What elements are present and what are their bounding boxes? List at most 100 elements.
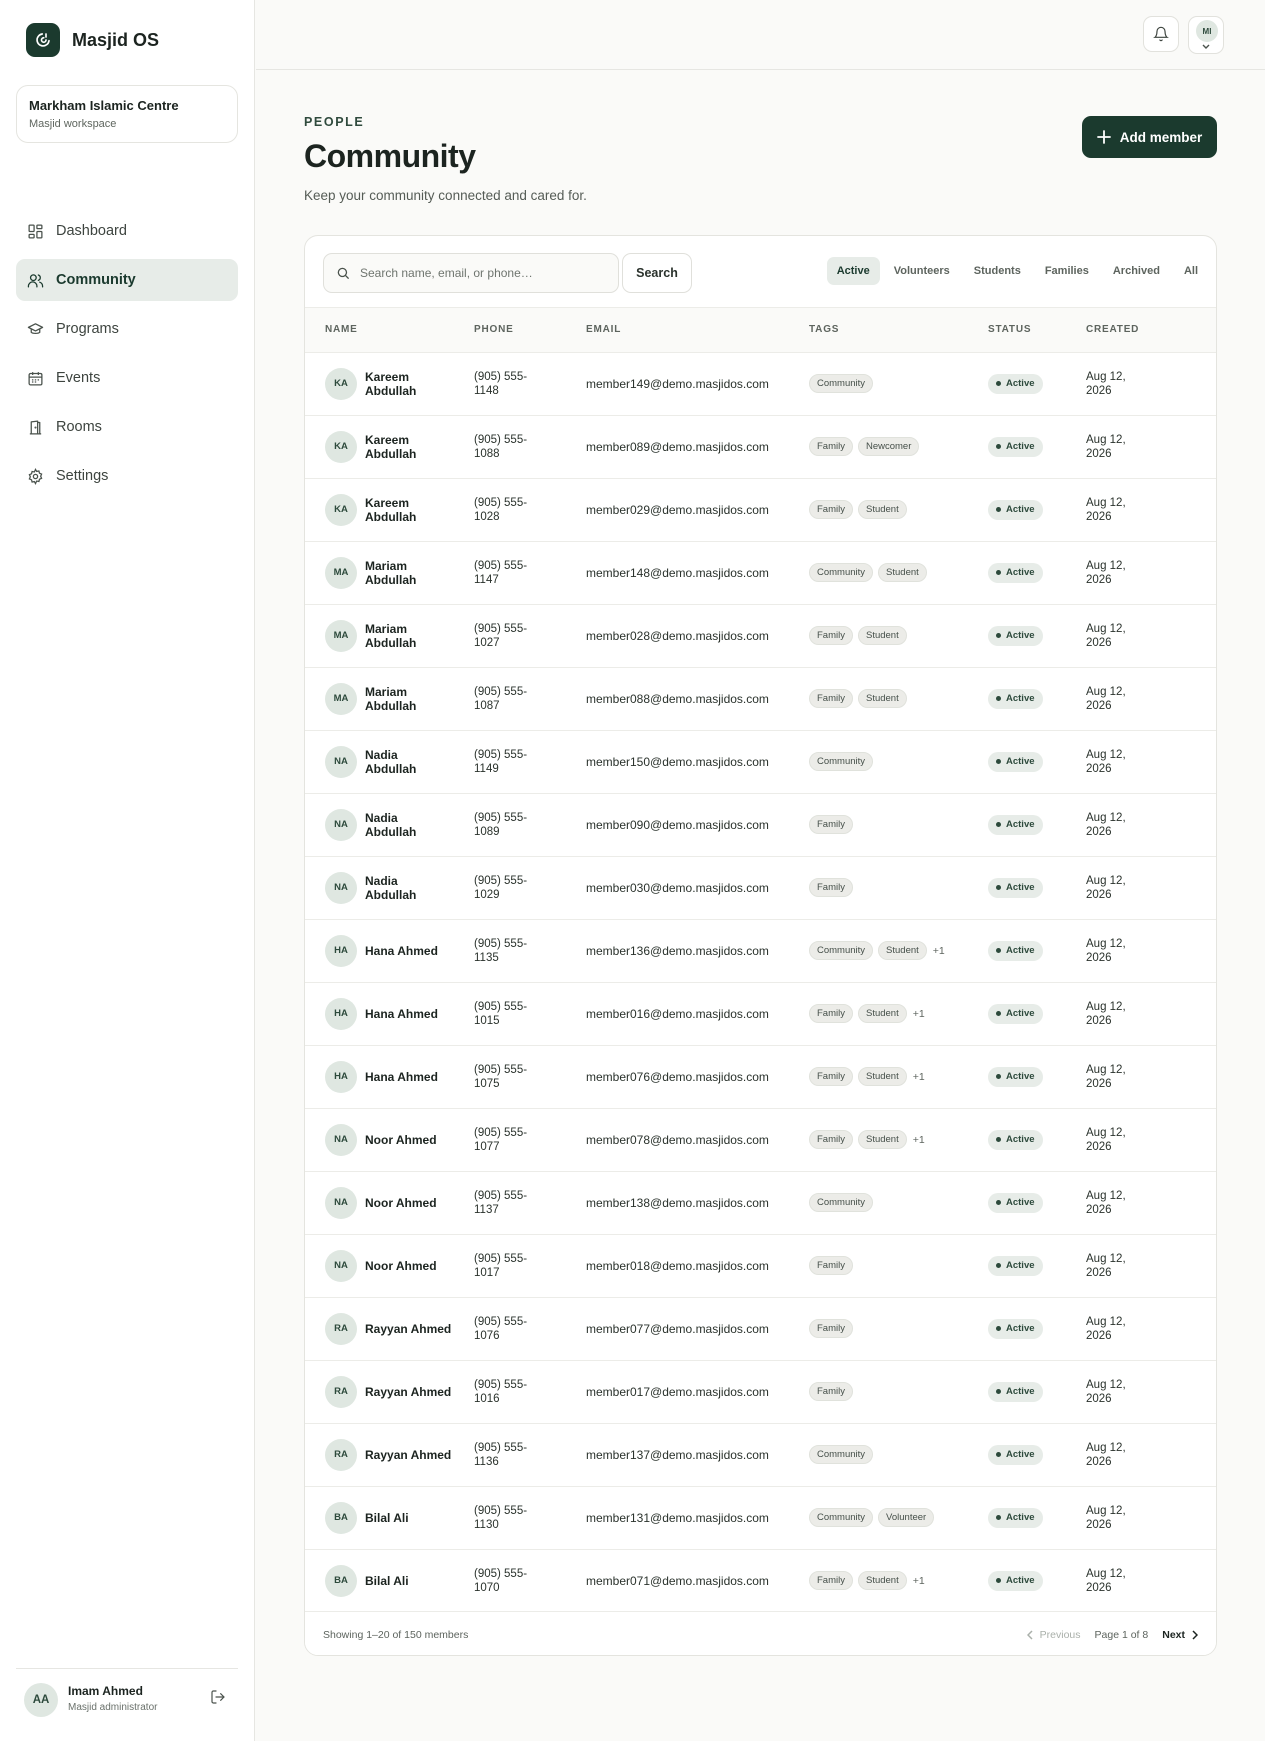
filter-volunteers[interactable]: Volunteers — [884, 257, 960, 285]
more-tags-count: +1 — [912, 1574, 925, 1587]
status-label: Active — [1006, 819, 1035, 830]
table-row[interactable]: NA Noor Ahmed (905) 555-1017 member018@d… — [305, 1234, 1216, 1297]
member-name[interactable]: Nadia Abdullah — [365, 874, 427, 902]
member-phone: (905) 555-1089 — [474, 811, 528, 838]
sidebar-item-label: Dashboard — [56, 223, 127, 239]
filter-students[interactable]: Students — [964, 257, 1031, 285]
member-phone: (905) 555-1029 — [474, 874, 528, 901]
column-header-tags[interactable]: TAGS — [809, 308, 988, 353]
table-row[interactable]: RA Rayyan Ahmed (905) 555-1016 member017… — [305, 1360, 1216, 1423]
member-name[interactable]: Noor Ahmed — [365, 1196, 465, 1210]
member-name[interactable]: Mariam Abdullah — [365, 559, 427, 587]
table-row[interactable]: NA Nadia Abdullah (905) 555-1029 member0… — [305, 856, 1216, 919]
member-name[interactable]: Hana Ahmed — [365, 944, 465, 958]
table-row[interactable]: KA Kareem Abdullah (905) 555-1148 member… — [305, 352, 1216, 415]
cell-phone: (905) 555-1087 — [474, 667, 586, 730]
tag-badge: Community — [809, 1193, 874, 1212]
table-row[interactable]: RA Rayyan Ahmed (905) 555-1136 member137… — [305, 1423, 1216, 1486]
table-row[interactable]: MA Mariam Abdullah (905) 555-1147 member… — [305, 541, 1216, 604]
table-row[interactable]: BA Bilal Ali (905) 555-1070 member071@de… — [305, 1549, 1216, 1612]
members-table: NAME PHONE EMAIL TAGS STATUS CREATED KA … — [305, 308, 1216, 1613]
search-input[interactable] — [360, 266, 600, 280]
status-dot-icon — [996, 1326, 1001, 1331]
member-phone: (905) 555-1077 — [474, 1126, 528, 1153]
status-label: Active — [1006, 1512, 1035, 1523]
column-header-email[interactable]: EMAIL — [586, 308, 809, 353]
filter-all[interactable]: All — [1174, 257, 1208, 285]
logout-icon[interactable] — [210, 1689, 226, 1705]
previous-page-button[interactable]: Previous — [1026, 1629, 1081, 1641]
sidebar-item-rooms[interactable]: Rooms — [16, 406, 238, 448]
results-count: Showing 1–20 of 150 members — [323, 1629, 469, 1641]
sidebar-item-events[interactable]: Events — [16, 357, 238, 399]
status-dot-icon — [996, 1578, 1001, 1583]
table-row[interactable]: NA Noor Ahmed (905) 555-1137 member138@d… — [305, 1171, 1216, 1234]
member-name[interactable]: Rayyan Ahmed — [365, 1322, 465, 1336]
member-name[interactable]: Rayyan Ahmed — [365, 1385, 465, 1399]
sidebar-item-community[interactable]: Community — [16, 259, 238, 301]
tag-badge: Family — [809, 1256, 853, 1275]
column-header-name[interactable]: NAME — [305, 308, 474, 353]
member-name[interactable]: Nadia Abdullah — [365, 811, 427, 839]
member-name[interactable]: Rayyan Ahmed — [365, 1448, 465, 1462]
member-name[interactable]: Noor Ahmed — [365, 1133, 465, 1147]
table-footer: Showing 1–20 of 150 members Previous Pag… — [305, 1611, 1216, 1655]
table-row[interactable]: KA Kareem Abdullah (905) 555-1088 member… — [305, 415, 1216, 478]
member-email: member088@demo.masjidos.com — [586, 691, 769, 706]
sidebar-item-programs[interactable]: Programs — [16, 308, 238, 350]
notifications-button[interactable] — [1143, 16, 1179, 52]
table-row[interactable]: RA Rayyan Ahmed (905) 555-1076 member077… — [305, 1297, 1216, 1360]
avatar: NA — [325, 871, 357, 904]
cell-created: Aug 12, 2026 — [1086, 1171, 1216, 1234]
member-created: Aug 12, 2026 — [1086, 370, 1126, 397]
cell-phone: (905) 555-1016 — [474, 1360, 586, 1423]
add-member-button[interactable]: Add member — [1082, 116, 1217, 158]
table-row[interactable]: KA Kareem Abdullah (905) 555-1028 member… — [305, 478, 1216, 541]
workspace-name: Markham Islamic Centre — [29, 98, 179, 113]
sidebar-item-settings[interactable]: Settings — [16, 455, 238, 497]
search-button[interactable]: Search — [622, 253, 692, 293]
member-name[interactable]: Kareem Abdullah — [365, 433, 427, 461]
cell-created: Aug 12, 2026 — [1086, 1486, 1216, 1549]
brand[interactable]: Masjid OS — [26, 23, 159, 57]
avatar: NA — [325, 1249, 357, 1282]
sidebar-item-dashboard[interactable]: Dashboard — [16, 210, 238, 252]
member-name[interactable]: Hana Ahmed — [365, 1070, 465, 1084]
member-name[interactable]: Bilal Ali — [365, 1511, 465, 1525]
brand-name: Masjid OS — [72, 29, 160, 50]
cell-name: RA Rayyan Ahmed — [305, 1297, 474, 1360]
table-row[interactable]: HA Hana Ahmed (905) 555-1075 member076@d… — [305, 1045, 1216, 1108]
member-name[interactable]: Bilal Ali — [365, 1574, 465, 1588]
table-row[interactable]: NA Nadia Abdullah (905) 555-1149 member1… — [305, 730, 1216, 793]
member-name[interactable]: Mariam Abdullah — [365, 622, 427, 650]
member-name[interactable]: Kareem Abdullah — [365, 496, 427, 524]
table-row[interactable]: NA Noor Ahmed (905) 555-1077 member078@d… — [305, 1108, 1216, 1171]
member-name[interactable]: Hana Ahmed — [365, 1007, 465, 1021]
column-header-created[interactable]: CREATED — [1086, 308, 1216, 353]
table-row[interactable]: HA Hana Ahmed (905) 555-1135 member136@d… — [305, 919, 1216, 982]
table-row[interactable]: NA Nadia Abdullah (905) 555-1089 member0… — [305, 793, 1216, 856]
table-row[interactable]: HA Hana Ahmed (905) 555-1015 member016@d… — [305, 982, 1216, 1045]
member-phone: (905) 555-1147 — [474, 559, 528, 586]
table-row[interactable]: MA Mariam Abdullah (905) 555-1087 member… — [305, 667, 1216, 730]
cell-status: Active — [988, 982, 1086, 1045]
table-row[interactable]: MA Mariam Abdullah (905) 555-1027 member… — [305, 604, 1216, 667]
filter-active[interactable]: Active — [826, 257, 880, 285]
member-name[interactable]: Noor Ahmed — [365, 1259, 465, 1273]
member-created: Aug 12, 2026 — [1086, 496, 1126, 523]
workspace-switcher[interactable]: Markham Islamic Centre Masjid workspace — [16, 85, 238, 143]
column-header-phone[interactable]: PHONE — [474, 308, 586, 353]
cell-email: member149@demo.masjidos.com — [586, 352, 809, 415]
previous-label: Previous — [1039, 1629, 1081, 1641]
filter-families[interactable]: Families — [1035, 257, 1099, 285]
member-name[interactable]: Nadia Abdullah — [365, 748, 427, 776]
next-page-button[interactable]: Next — [1162, 1629, 1198, 1641]
filter-archived[interactable]: Archived — [1103, 257, 1170, 285]
table-row[interactable]: BA Bilal Ali (905) 555-1130 member131@de… — [305, 1486, 1216, 1549]
profile-menu-button[interactable]: MI — [1188, 16, 1224, 54]
member-name[interactable]: Kareem Abdullah — [365, 370, 427, 398]
cell-tags: Community Student — [809, 541, 988, 604]
column-header-status[interactable]: STATUS — [988, 308, 1086, 353]
avatar: NA — [325, 1186, 357, 1219]
member-name[interactable]: Mariam Abdullah — [365, 685, 427, 713]
